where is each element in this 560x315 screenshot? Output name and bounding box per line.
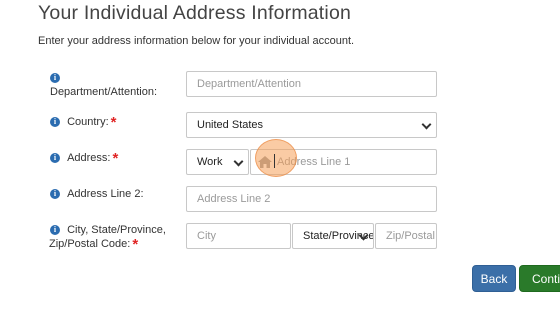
info-icon[interactable]: i bbox=[50, 73, 60, 84]
city-state-zip-label-group: i City, State/Province, Zip/Postal Code:… bbox=[49, 223, 166, 253]
info-icon[interactable]: i bbox=[50, 225, 60, 236]
text-caret bbox=[274, 154, 275, 168]
address2-label: Address Line 2: bbox=[67, 188, 144, 200]
address-label-group: i Address: * bbox=[50, 149, 119, 167]
back-button[interactable]: Back bbox=[472, 265, 516, 292]
country-label-group: i Country: * bbox=[50, 113, 117, 131]
address-line2-input[interactable]: Address Line 2 bbox=[186, 186, 437, 212]
city-input[interactable]: City bbox=[186, 223, 291, 249]
required-marker: * bbox=[110, 113, 117, 131]
page-subtitle: Enter your address information below for… bbox=[38, 35, 355, 47]
address-label: Address: bbox=[67, 152, 111, 164]
zip-label-line2: Zip/Postal Code: bbox=[49, 238, 131, 250]
page-title: Your Individual Address Information bbox=[38, 2, 352, 24]
continue-button[interactable]: Continue bbox=[519, 265, 560, 292]
city-state-label-line1: City, State/Province, bbox=[67, 224, 166, 236]
department-placeholder: Department/Attention bbox=[197, 78, 301, 90]
required-marker: * bbox=[132, 235, 139, 253]
country-value: United States bbox=[197, 119, 264, 131]
info-icon[interactable]: i bbox=[50, 117, 60, 128]
zip-input[interactable]: Zip/Postal Code bbox=[375, 223, 437, 249]
country-label: Country: bbox=[67, 116, 109, 128]
chevron-down-icon bbox=[421, 119, 432, 130]
address2-label-group: i Address Line 2: bbox=[50, 187, 144, 201]
department-label: Department/Attention: bbox=[50, 86, 158, 98]
info-icon[interactable]: i bbox=[50, 189, 60, 200]
info-icon[interactable]: i bbox=[50, 153, 60, 164]
cursor-highlight bbox=[255, 139, 297, 177]
state-select[interactable]: State/Province bbox=[292, 223, 374, 249]
city-placeholder: City bbox=[197, 230, 216, 242]
country-select[interactable]: United States bbox=[186, 112, 437, 138]
zip-placeholder: Zip/Postal Code bbox=[386, 230, 436, 242]
department-input[interactable]: Department/Attention bbox=[186, 71, 437, 97]
address-line2-placeholder: Address Line 2 bbox=[197, 193, 271, 205]
address-type-value: Work bbox=[197, 156, 223, 168]
chevron-down-icon bbox=[233, 156, 244, 167]
department-label-group: i Department/Attention: bbox=[50, 71, 157, 99]
required-marker: * bbox=[112, 149, 119, 167]
address-type-select[interactable]: Work bbox=[186, 149, 249, 175]
